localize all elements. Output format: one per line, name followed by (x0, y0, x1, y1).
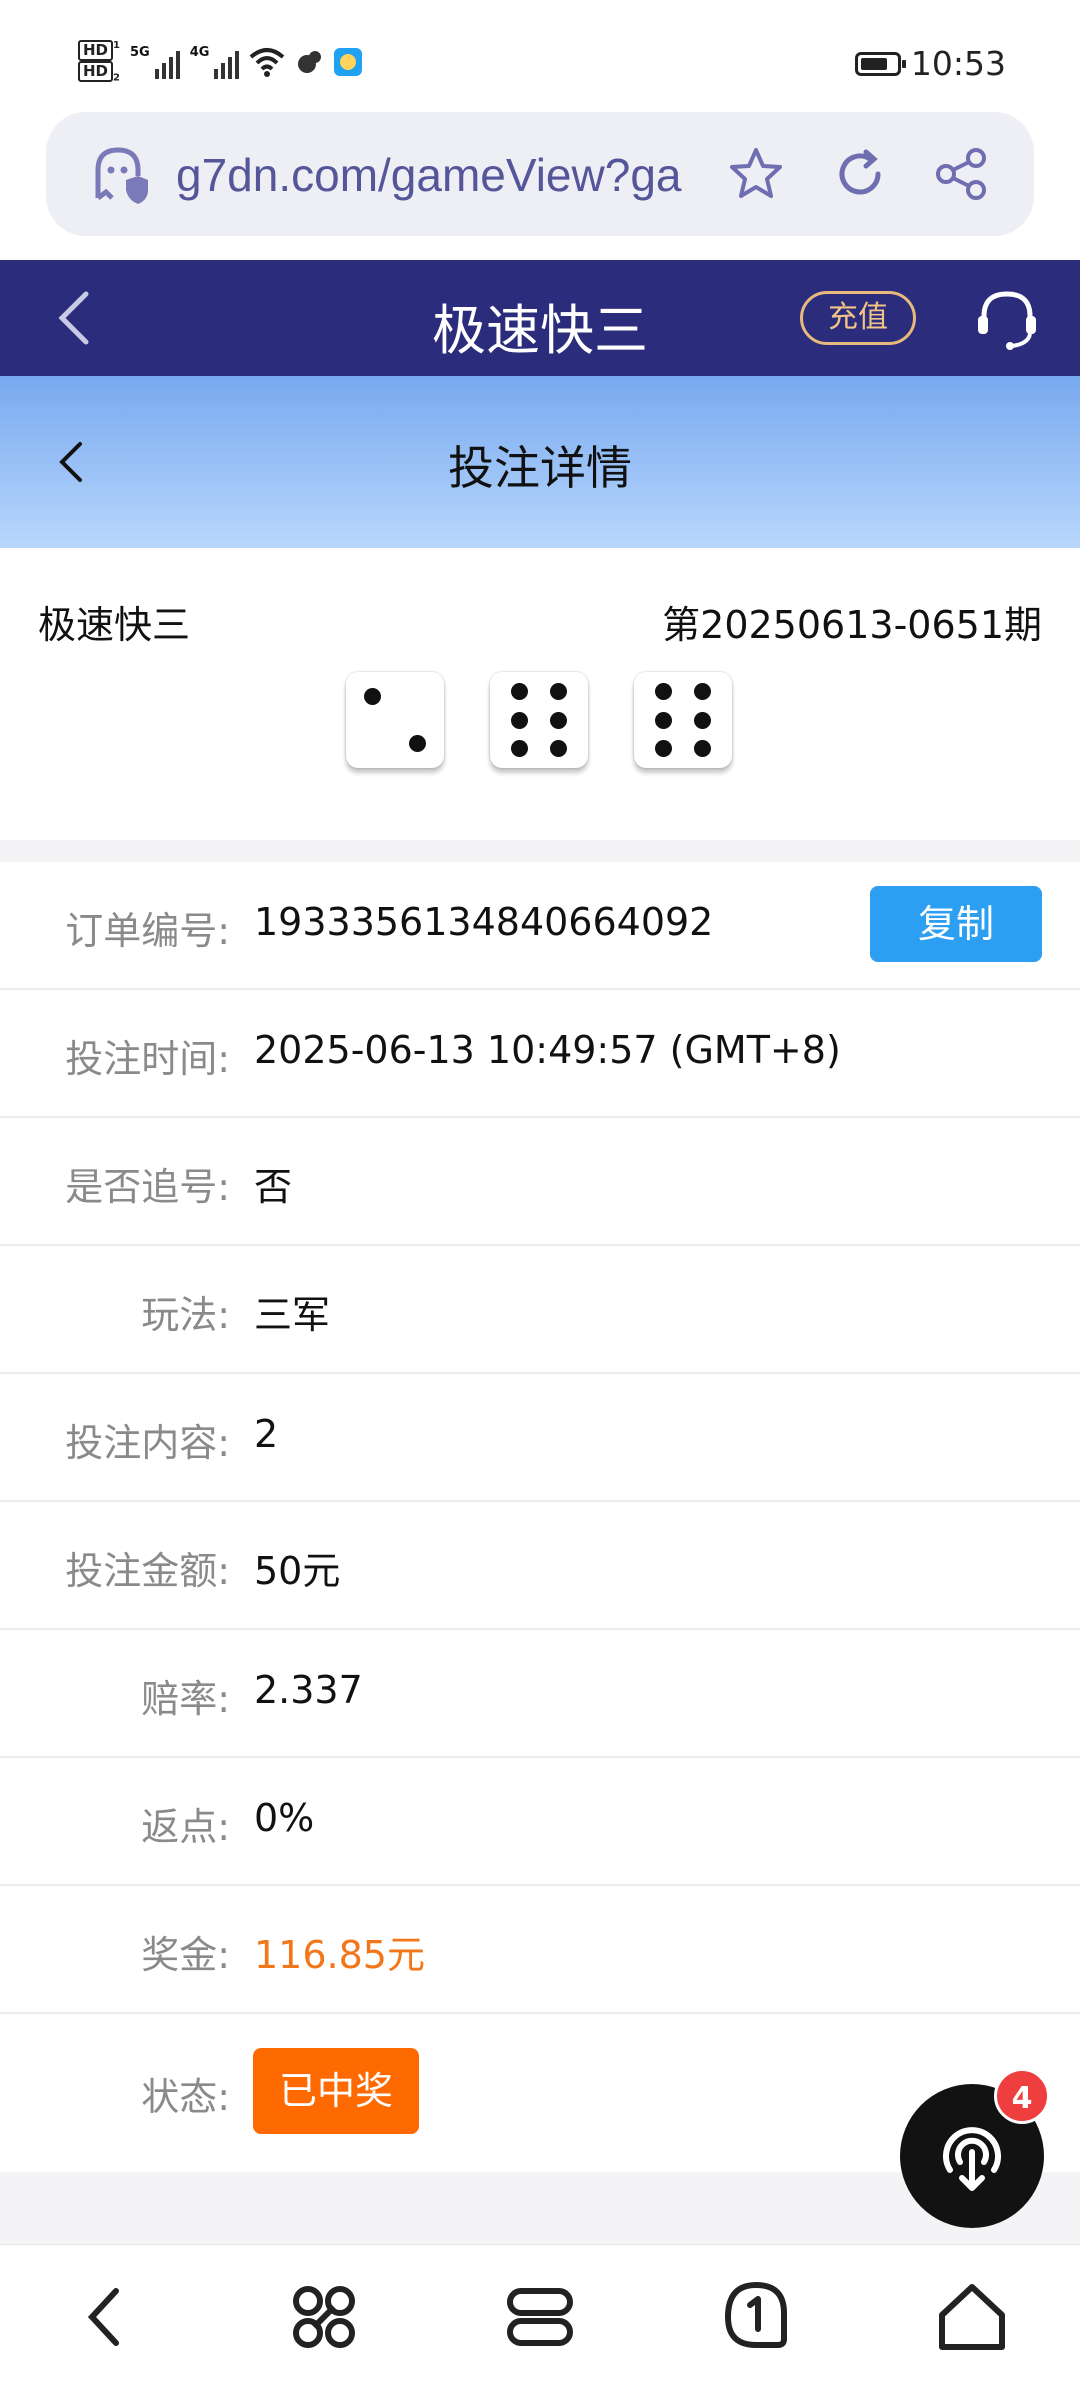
hd1-label: HD (78, 39, 114, 61)
odds-value: 2.337 (254, 1668, 363, 1712)
draw-issue-number: 第20250613-0651期 (662, 603, 1042, 647)
die-pip (550, 682, 568, 700)
order-label: 订单编号: (65, 909, 230, 953)
recharge-button[interactable]: 充值 (800, 291, 916, 345)
die-pip (654, 740, 672, 758)
download-signal-icon (943, 2127, 1001, 2191)
rebate-value: 0% (254, 1796, 315, 1840)
die-pip (654, 682, 672, 700)
die-2 (490, 672, 588, 768)
die-pip (550, 711, 568, 729)
app-title: 极速快三 (432, 299, 648, 362)
signal-4g-icon: 4G (190, 45, 240, 80)
die-pip (363, 688, 381, 706)
prize-label: 奖金: (141, 1933, 230, 1977)
die-pip (694, 682, 712, 700)
browser-url-bar[interactable]: g7dn.com/gameView?ga (46, 112, 1034, 236)
clock: 10:53 (910, 44, 1006, 83)
order-value: 1933356134840664092 (254, 900, 714, 944)
prize-value: 116.85元 (254, 1933, 425, 1977)
play-label: 玩法: (141, 1293, 230, 1337)
command-icon[interactable] (284, 2277, 364, 2357)
status-label: 状态: (141, 2075, 230, 2119)
die-pip (694, 711, 712, 729)
bet-details-list: 订单编号: 1933356134840664092 复制 投注时间: 2025-… (0, 862, 1080, 2164)
amount-value: 50元 (254, 1549, 341, 1593)
status-left: HD 1 HD 2 5G 4G (78, 36, 363, 88)
copy-button[interactable]: 复制 (870, 886, 1042, 962)
content-value: 2 (254, 1412, 279, 1456)
die-1 (346, 672, 444, 768)
tabs-icon[interactable] (500, 2277, 580, 2357)
hd-indicator: HD 1 HD 2 (78, 36, 120, 88)
time-value: 2025-06-13 10:49:57 (GMT+8) (254, 1028, 841, 1072)
refresh-icon[interactable] (830, 144, 890, 204)
detail-row-odds: 赔率: 2.337 (0, 1630, 1080, 1758)
status-right: 10:53 (854, 44, 1006, 83)
sub-header: 投注详情 (0, 376, 1080, 548)
back-arrow-icon[interactable] (68, 2277, 148, 2357)
content-label: 投注内容: (65, 1421, 230, 1465)
die-pip (550, 740, 568, 758)
dice-row (346, 672, 732, 768)
die-pip (694, 740, 712, 758)
ghost-shield-icon[interactable] (88, 144, 150, 206)
detail-row-content: 投注内容: 2 (0, 1374, 1080, 1502)
detail-row-chase: 是否追号: 否 (0, 1118, 1080, 1246)
star-icon[interactable] (726, 144, 786, 204)
status-badge: 已中奖 (253, 2048, 419, 2134)
die-pip (510, 740, 528, 758)
rebate-label: 返点: (141, 1805, 230, 1849)
page-title: 投注详情 (448, 441, 632, 495)
notification-icon[interactable] (716, 2277, 796, 2357)
battery-icon (854, 51, 906, 76)
chase-value: 否 (254, 1165, 293, 1209)
draw-result-card: 极速快三 第20250613-0651期 (0, 548, 1080, 840)
detail-row-rebate: 返点: 0% (0, 1758, 1080, 1886)
weather-app-icon (334, 48, 363, 77)
play-value: 三军 (254, 1293, 331, 1337)
chase-label: 是否追号: (65, 1165, 230, 1209)
app-notification-icon (298, 51, 322, 74)
detail-row-play: 玩法: 三军 (0, 1246, 1080, 1374)
home-icon[interactable] (932, 2277, 1012, 2357)
fab-badge-count: 4 (994, 2068, 1050, 2124)
die-pip (510, 682, 528, 700)
hd2-label: HD (78, 60, 114, 82)
die-3 (634, 672, 732, 768)
section-divider (0, 840, 1080, 862)
detail-row-amount: 投注金额: 50元 (0, 1502, 1080, 1630)
detail-row-time: 投注时间: 2025-06-13 10:49:57 (GMT+8) (0, 990, 1080, 1118)
draw-game-name: 极速快三 (38, 603, 191, 647)
status-bar: HD 1 HD 2 5G 4G 10:53 (0, 0, 1080, 110)
wifi-icon (250, 48, 285, 78)
url-text[interactable]: g7dn.com/gameView?ga (176, 148, 681, 202)
die-pip (510, 711, 528, 729)
detail-row-order: 订单编号: 1933356134840664092 复制 (0, 862, 1080, 990)
browser-bottom-nav (0, 2244, 1080, 2389)
amount-label: 投注金额: (65, 1549, 230, 1593)
customer-service-icon[interactable] (972, 284, 1042, 354)
die-pip (409, 734, 427, 752)
share-icon[interactable] (932, 144, 992, 204)
time-label: 投注时间: (65, 1037, 230, 1081)
die-pip (654, 711, 672, 729)
signal-5g-icon: 5G (130, 45, 180, 80)
detail-row-prize: 奖金: 116.85元 (0, 1886, 1080, 2014)
app-header: 极速快三 充值 (0, 260, 1080, 376)
odds-label: 赔率: (141, 1677, 230, 1721)
